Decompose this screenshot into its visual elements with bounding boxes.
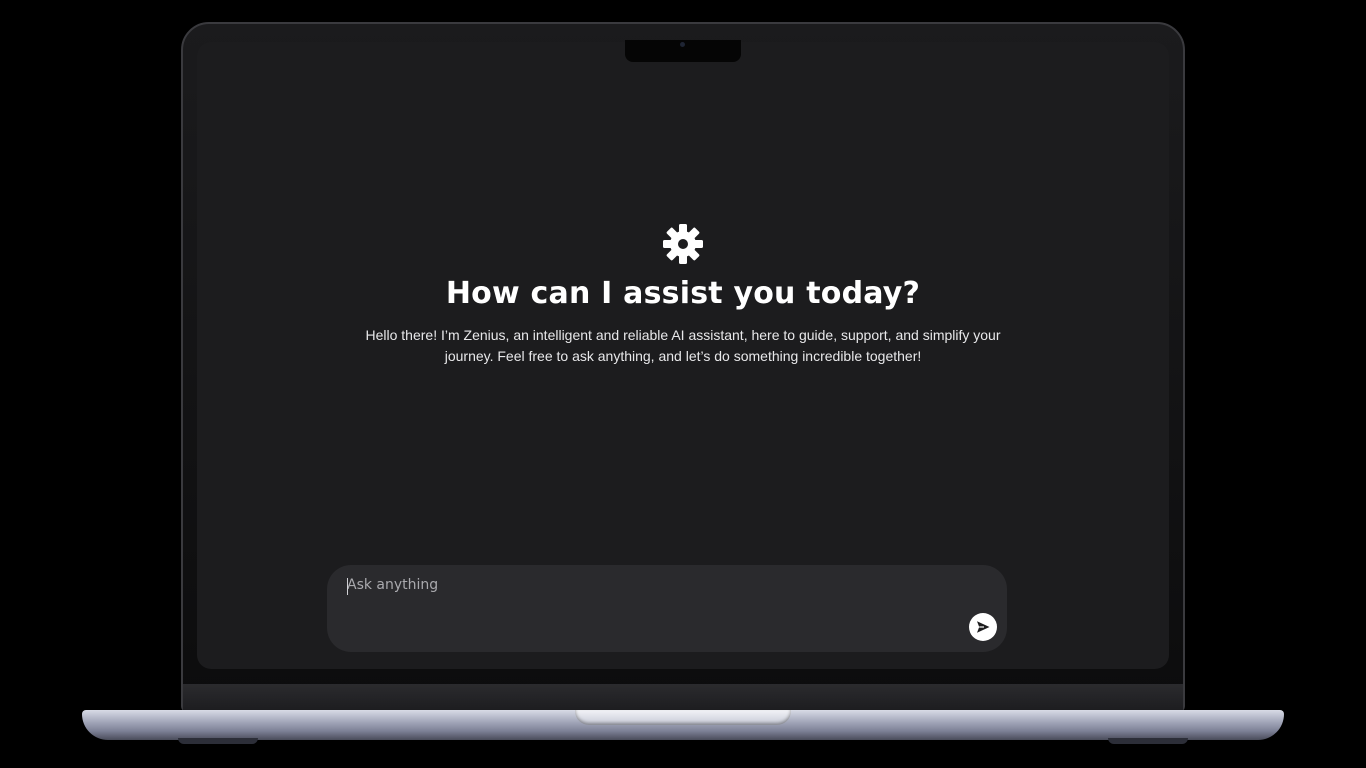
trackpad-notch	[575, 710, 791, 725]
app-screen: How can I assist you today? Hello there!…	[197, 42, 1169, 669]
gear-icon	[663, 224, 703, 264]
laptop-mockup: How can I assist you today? Hello there!…	[0, 0, 1366, 768]
laptop-hinge	[183, 684, 1183, 710]
page-title: How can I assist you today?	[445, 276, 921, 311]
send-button[interactable]	[969, 613, 997, 641]
laptop-foot-left	[178, 738, 258, 744]
send-icon	[977, 621, 990, 633]
camera-dot	[680, 42, 685, 47]
chat-input[interactable]	[347, 577, 947, 617]
welcome-section: How can I assist you today? Hello there!…	[197, 222, 1169, 367]
laptop-foot-right	[1108, 738, 1188, 744]
text-cursor	[347, 578, 348, 595]
welcome-message: Hello there! I’m Zenius, an intelligent …	[365, 327, 1001, 364]
chat-composer	[327, 565, 1007, 652]
